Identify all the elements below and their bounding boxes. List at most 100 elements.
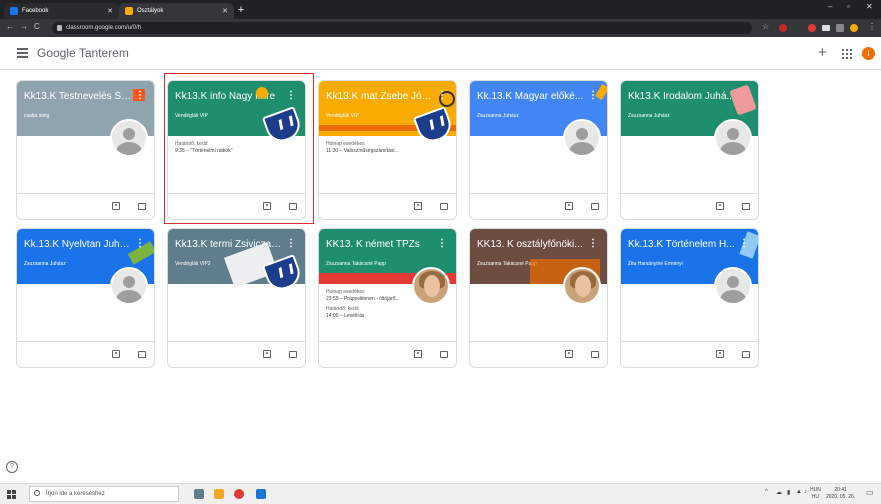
new-tab-button[interactable]: + <box>234 3 248 17</box>
assignments-icon[interactable] <box>112 202 120 210</box>
extension-icon[interactable] <box>836 24 844 32</box>
card-teacher: Zsuzsanna Juhász <box>628 113 670 119</box>
card-more-icon[interactable]: ⋮ <box>135 238 145 249</box>
due-label: Határidő: kedd <box>326 306 359 312</box>
due-assignment[interactable]: 23:59 – Präpositionen - öltöjárő... <box>326 296 400 303</box>
assignments-icon[interactable] <box>565 350 573 358</box>
folder-icon[interactable] <box>138 351 146 358</box>
account-avatar[interactable]: I <box>862 47 875 60</box>
folder-icon[interactable] <box>440 203 448 210</box>
card-more-icon[interactable]: ⋮ <box>588 90 598 101</box>
windows-start-icon[interactable] <box>7 490 17 500</box>
chrome-icon[interactable] <box>234 489 244 499</box>
teacher-avatar <box>563 267 601 305</box>
class-card[interactable]: KK13. K osztályfőnöki... Zsuzsanna Takác… <box>469 228 608 368</box>
reload-icon[interactable]: C <box>34 22 40 31</box>
volume-icon[interactable]: ♪ <box>804 489 807 495</box>
profile-icon[interactable] <box>850 24 858 32</box>
tray-chevron-icon[interactable]: ^ <box>765 489 768 495</box>
assignments-icon[interactable] <box>414 350 422 358</box>
url-input[interactable]: classroom.google.com/u/0/h <box>52 22 752 34</box>
teacher-avatar <box>110 267 148 305</box>
card-footer <box>319 193 456 219</box>
tab-osztalyok[interactable]: Osztályok ✕ <box>119 3 234 19</box>
url-text: classroom.google.com/u/0/h <box>66 25 142 31</box>
assignments-icon[interactable] <box>716 350 724 358</box>
lang-code: HUN <box>810 487 821 493</box>
close-tab-icon[interactable]: ✕ <box>222 7 228 15</box>
card-title[interactable]: KK13. K német TPZs <box>326 239 434 250</box>
lock-icon <box>57 25 62 31</box>
onedrive-icon[interactable]: ☁ <box>776 489 782 496</box>
battery-icon[interactable]: ▮ <box>787 489 790 496</box>
class-card[interactable]: KK13. K német TPZs Zsuzsanna Takácsné Pa… <box>318 228 457 368</box>
card-title[interactable]: Kk13.K mat Zsebe Józ... <box>326 91 434 102</box>
extension-icon[interactable] <box>779 24 787 32</box>
class-card[interactable]: Kk.13.K Nyelvtan Juhá... Zsuzsanna Juhás… <box>16 228 155 368</box>
due-label: Holnap esedékes <box>326 141 365 147</box>
help-icon[interactable]: ? <box>6 461 18 473</box>
card-teacher: Zsuzsanna Juhász <box>24 261 66 267</box>
card-title[interactable]: Kk.13.K Történelem H... <box>628 239 736 250</box>
due-assignment[interactable]: 11:30 – Valószínűségszámítási... <box>326 148 399 155</box>
class-card[interactable]: Kk13.K Irodalom Juhá... Zsuzsanna Juhász <box>620 80 759 220</box>
taskbar-search-input[interactable]: Írjon ide a kereséshez <box>29 486 179 502</box>
app-icon[interactable] <box>256 489 266 499</box>
classroom-logo[interactable]: Google Tanterem <box>37 46 129 60</box>
card-due-info[interactable]: Holnap esedékes 11:30 – Valószínűségszám… <box>326 141 399 155</box>
card-more-icon[interactable]: ⋮ <box>135 90 145 101</box>
task-view-icon[interactable] <box>194 489 204 499</box>
folder-icon[interactable] <box>591 203 599 210</box>
assignments-icon[interactable] <box>716 202 724 210</box>
taskbar-clock[interactable]: 20:41 2020. 05. 26. <box>826 487 855 501</box>
class-card[interactable]: Kk.13.K Történelem H... Zita Harsányiné … <box>620 228 759 368</box>
notifications-icon[interactable]: ▭ <box>866 488 874 497</box>
class-card[interactable]: Kk13.K termi Zsivicza J... Vendégláti VI… <box>167 228 306 368</box>
assignments-icon[interactable] <box>414 202 422 210</box>
card-more-icon[interactable]: ⋮ <box>437 238 447 249</box>
card-more-icon[interactable]: ⋮ <box>739 238 749 249</box>
extension-icon[interactable] <box>822 25 830 31</box>
assignments-icon[interactable] <box>112 350 120 358</box>
card-more-icon[interactable]: ⋮ <box>286 238 296 249</box>
folder-icon[interactable] <box>138 203 146 210</box>
class-card[interactable]: Kk13.K mat Zsebe Józ... Vendégláti VIP ⋮… <box>318 80 457 220</box>
card-title[interactable]: Kk13.K Testnevelés St... <box>24 91 132 102</box>
create-join-button[interactable]: + <box>818 44 827 61</box>
star-icon[interactable]: ☆ <box>762 22 769 31</box>
card-title[interactable]: Kk.13.K Magyar előké... <box>477 91 585 102</box>
card-title[interactable]: Kk13.K Irodalom Juhá... <box>628 91 736 102</box>
card-title[interactable]: KK13. K osztályfőnöki... <box>477 239 585 250</box>
main-menu-icon[interactable] <box>17 48 28 58</box>
folder-icon[interactable] <box>742 351 750 358</box>
folder-icon[interactable] <box>289 351 297 358</box>
folder-icon[interactable] <box>591 351 599 358</box>
logo-product-text: Tanterem <box>78 46 129 60</box>
card-more-icon[interactable]: ⋮ <box>588 238 598 249</box>
folder-icon[interactable] <box>742 203 750 210</box>
card-footer <box>621 341 758 367</box>
card-more-icon[interactable]: ⋮ <box>437 90 447 101</box>
close-tab-icon[interactable]: ✕ <box>107 7 113 15</box>
assignments-icon[interactable] <box>263 350 271 358</box>
maximize-icon[interactable]: ▫ <box>847 2 850 11</box>
close-window-icon[interactable]: ✕ <box>866 2 873 11</box>
network-icon[interactable]: ▲ <box>796 489 802 495</box>
card-title[interactable]: Kk.13.K Nyelvtan Juhá... <box>24 239 132 250</box>
folder-icon[interactable] <box>440 351 448 358</box>
minimize-icon[interactable]: – <box>828 2 832 11</box>
class-card[interactable]: Kk.13.K Magyar előké... Zsuzsanna Juhász… <box>469 80 608 220</box>
card-due-info[interactable]: Holnap esedékes 23:59 – Präpositionen - … <box>326 289 400 320</box>
tab-facebook[interactable]: Facebook ✕ <box>4 3 119 19</box>
menu-dots-icon[interactable]: ⋮ <box>868 22 876 31</box>
extension-icon[interactable] <box>808 24 816 32</box>
google-apps-icon[interactable] <box>842 49 852 59</box>
clock-date: 2020. 05. 26. <box>826 494 856 500</box>
class-card[interactable]: Kk13.K Testnevelés St... csaba steig ⋮ <box>16 80 155 220</box>
forward-icon[interactable]: → <box>20 22 28 31</box>
assignments-icon[interactable] <box>565 202 573 210</box>
language-indicator[interactable]: HUN HU <box>810 487 821 501</box>
back-icon[interactable]: ← <box>6 22 14 31</box>
due-assignment[interactable]: 14:00 – Levélírás <box>326 313 400 320</box>
file-explorer-icon[interactable] <box>214 489 224 499</box>
